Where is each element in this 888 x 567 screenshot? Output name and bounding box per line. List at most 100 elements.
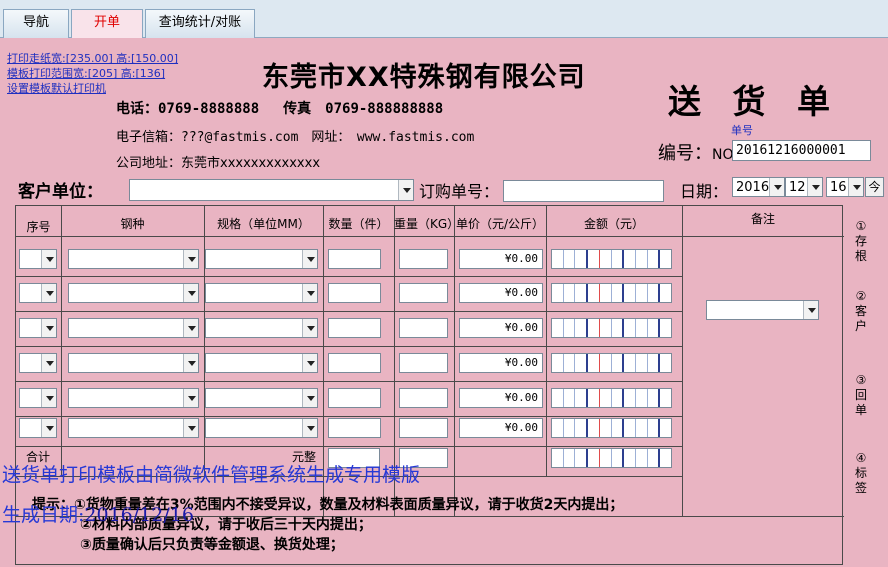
row-unit-price-input[interactable]: ¥0.00 bbox=[459, 283, 543, 303]
chevron-down-icon bbox=[183, 284, 198, 302]
row-index-select[interactable] bbox=[19, 249, 57, 269]
company-address: 公司地址：东莞市xxxxxxxxxxxxx bbox=[116, 156, 321, 171]
default-printer-link[interactable]: 设置模板默认打印机 bbox=[7, 81, 178, 96]
order-number-field[interactable]: 20161216000001 bbox=[732, 140, 871, 161]
row-amount-digits[interactable] bbox=[551, 249, 672, 269]
chevron-down-icon bbox=[183, 419, 198, 437]
row-unit-price-input[interactable]: ¥0.00 bbox=[459, 249, 543, 269]
total-amount-field[interactable] bbox=[551, 448, 672, 468]
row-spec-select[interactable] bbox=[205, 418, 318, 438]
header-remarks: 备注 bbox=[750, 212, 775, 226]
row-quantity-input[interactable] bbox=[328, 249, 381, 269]
print-paper-size-link[interactable]: 打印走纸宽:[235.00] 高:[150.00] bbox=[7, 51, 178, 66]
chevron-down-icon bbox=[302, 419, 317, 437]
row-steel-grade-select[interactable] bbox=[68, 249, 199, 269]
row-index-select[interactable] bbox=[19, 318, 57, 338]
chevron-down-icon bbox=[769, 178, 784, 196]
today-button[interactable]: 今 bbox=[865, 177, 884, 197]
print-settings-links: 打印走纸宽:[235.00] 高:[150.00] 模板打印范围宽:[205] … bbox=[7, 51, 178, 96]
row-spec-select[interactable] bbox=[205, 388, 318, 408]
day-select[interactable]: 16 bbox=[826, 177, 864, 197]
row-amount-digits[interactable] bbox=[551, 283, 672, 303]
chevron-down-icon bbox=[803, 301, 818, 319]
purchase-order-input[interactable] bbox=[503, 180, 664, 202]
chevron-down-icon bbox=[398, 180, 413, 200]
row-steel-grade-select[interactable] bbox=[68, 318, 199, 338]
header-weight: 重量（KG） bbox=[394, 217, 460, 231]
row-spec-select[interactable] bbox=[205, 318, 318, 338]
template-credit-text: 送货单打印模板由简微软件管理系统生成专用模版 bbox=[2, 464, 421, 486]
row-unit-price-input[interactable]: ¥0.00 bbox=[459, 318, 543, 338]
copy-receipt-label: ③ 回单 bbox=[854, 373, 867, 417]
chevron-down-icon bbox=[302, 250, 317, 268]
header-unit-price: 单价（元/公斤） bbox=[455, 217, 545, 231]
row-spec-select[interactable] bbox=[205, 249, 318, 269]
row-unit-price-input[interactable]: ¥0.00 bbox=[459, 418, 543, 438]
chevron-down-icon bbox=[807, 178, 822, 196]
chevron-down-icon bbox=[183, 354, 198, 372]
generated-date-text: 生成日期:2016/12/16 bbox=[2, 504, 194, 526]
copy-stub-label: ① 存根 bbox=[854, 219, 867, 263]
chevron-down-icon bbox=[41, 354, 56, 372]
row-quantity-input[interactable] bbox=[328, 318, 381, 338]
row-quantity-input[interactable] bbox=[328, 388, 381, 408]
template-print-range-link[interactable]: 模板打印范围宽:[205] 高:[136] bbox=[7, 66, 178, 81]
header-index: 序号 bbox=[26, 220, 51, 234]
row-index-select[interactable] bbox=[19, 418, 57, 438]
chevron-down-icon bbox=[848, 178, 863, 196]
row-weight-input[interactable] bbox=[399, 418, 448, 438]
row-weight-input[interactable] bbox=[399, 388, 448, 408]
chevron-down-icon bbox=[41, 319, 56, 337]
delivery-note-sheet: 打印走纸宽:[235.00] 高:[150.00] 模板打印范围宽:[205] … bbox=[0, 39, 888, 567]
row-amount-digits[interactable] bbox=[551, 318, 672, 338]
purchase-order-label: 订购单号： bbox=[419, 182, 500, 201]
chevron-down-icon bbox=[302, 284, 317, 302]
row-steel-grade-select[interactable] bbox=[68, 353, 199, 373]
row-steel-grade-select[interactable] bbox=[68, 283, 199, 303]
tab-bar: 导航 开单 查询统计/对账 bbox=[0, 0, 888, 38]
chevron-down-icon bbox=[183, 250, 198, 268]
order-number-hint: 单号 bbox=[731, 124, 753, 137]
row-index-select[interactable] bbox=[19, 353, 57, 373]
row-steel-grade-select[interactable] bbox=[68, 388, 199, 408]
row-steel-grade-select[interactable] bbox=[68, 418, 199, 438]
chevron-down-icon bbox=[302, 319, 317, 337]
header-spec: 规格（单位MM） bbox=[217, 217, 310, 231]
row-weight-input[interactable] bbox=[399, 353, 448, 373]
document-title: 送 货 单 bbox=[668, 82, 840, 121]
chevron-down-icon bbox=[183, 319, 198, 337]
row-quantity-input[interactable] bbox=[328, 353, 381, 373]
tab-navigation[interactable]: 导航 bbox=[3, 9, 69, 38]
header-quantity: 数量（件） bbox=[328, 217, 389, 231]
row-index-select[interactable] bbox=[19, 388, 57, 408]
company-email-web: 电子信箱：???@fastmis.com 网址： www.fastmis.com bbox=[116, 130, 475, 145]
chevron-down-icon bbox=[41, 284, 56, 302]
chevron-down-icon bbox=[183, 389, 198, 407]
tab-create-order[interactable]: 开单 bbox=[71, 9, 143, 38]
customer-select[interactable] bbox=[129, 179, 414, 201]
row-quantity-input[interactable] bbox=[328, 283, 381, 303]
order-number-label: 编号：NO bbox=[658, 143, 734, 164]
month-select[interactable]: 12 bbox=[785, 177, 823, 197]
row-weight-input[interactable] bbox=[399, 318, 448, 338]
copy-customer-label: ② 客户 bbox=[854, 289, 867, 333]
row-weight-input[interactable] bbox=[399, 249, 448, 269]
tab-query-reconcile[interactable]: 查询统计/对账 bbox=[145, 9, 255, 38]
chevron-down-icon bbox=[41, 419, 56, 437]
row-quantity-input[interactable] bbox=[328, 418, 381, 438]
chevron-down-icon bbox=[302, 389, 317, 407]
row-index-select[interactable] bbox=[19, 283, 57, 303]
row-amount-digits[interactable] bbox=[551, 418, 672, 438]
row-unit-price-input[interactable]: ¥0.00 bbox=[459, 388, 543, 408]
row-weight-input[interactable] bbox=[399, 283, 448, 303]
row-unit-price-input[interactable]: ¥0.00 bbox=[459, 353, 543, 373]
chevron-down-icon bbox=[41, 389, 56, 407]
row-spec-select[interactable] bbox=[205, 353, 318, 373]
row-spec-select[interactable] bbox=[205, 283, 318, 303]
remarks-select[interactable] bbox=[706, 300, 819, 320]
row-amount-digits[interactable] bbox=[551, 388, 672, 408]
company-name: 东莞市XX特殊钢有限公司 bbox=[262, 62, 586, 93]
row-amount-digits[interactable] bbox=[551, 353, 672, 373]
company-phone: 电话：0769-8888888 bbox=[116, 101, 260, 117]
year-select[interactable]: 2016 bbox=[732, 177, 785, 197]
